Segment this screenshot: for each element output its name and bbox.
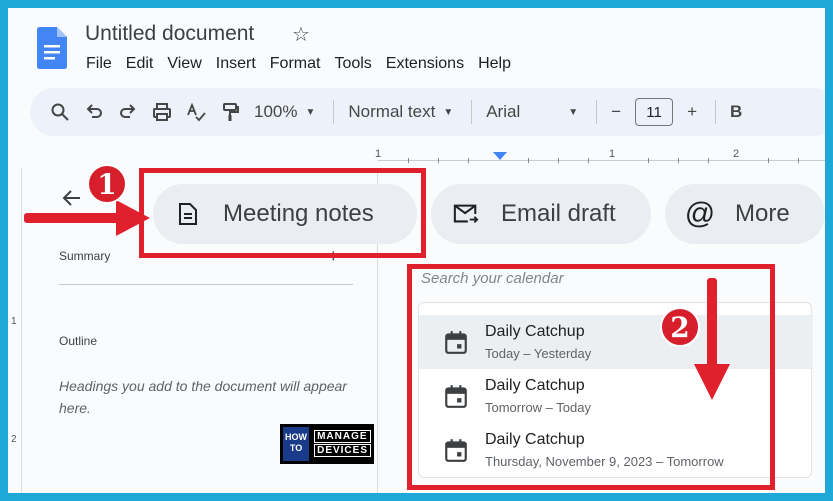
menu-help[interactable]: Help xyxy=(478,55,511,73)
howtomanagedevices-watermark: HOW TO MANAGE DEVICES xyxy=(280,424,374,464)
toolbar-divider xyxy=(471,100,473,124)
indent-marker[interactable] xyxy=(493,152,507,160)
font-value: Arial xyxy=(486,102,521,121)
email-icon xyxy=(453,201,479,227)
caret-down-icon: ▼ xyxy=(568,106,579,118)
outline-label: Outline xyxy=(59,334,98,348)
menu-bar: File Edit View Insert Format Tools Exten… xyxy=(86,55,525,73)
ruler-tick xyxy=(708,158,709,163)
font-size-value: 11 xyxy=(635,98,674,126)
step-badge-2: 2 xyxy=(660,307,700,347)
menu-extensions[interactable]: Extensions xyxy=(386,55,464,73)
undo-icon[interactable] xyxy=(84,102,104,122)
ruler-line xyxy=(378,160,825,161)
vertical-ruler[interactable]: 1 2 xyxy=(8,168,22,493)
horizontal-ruler[interactable]: 1 1 2 xyxy=(375,148,825,170)
ruler-tick xyxy=(438,158,439,163)
ruler-number: 2 xyxy=(11,434,17,445)
ruler-tick xyxy=(648,158,649,163)
menu-view[interactable]: View xyxy=(167,55,201,73)
menu-format[interactable]: Format xyxy=(270,55,321,73)
ruler-tick xyxy=(588,158,589,163)
decrease-font-size-button[interactable]: − xyxy=(611,102,621,122)
document-title[interactable]: Untitled document xyxy=(85,22,254,46)
email-draft-label: Email draft xyxy=(501,200,616,227)
summary-divider xyxy=(59,284,353,285)
summary-label: Summary xyxy=(59,249,111,263)
highlight-box-step-1 xyxy=(139,168,426,258)
menu-file[interactable]: File xyxy=(86,55,112,73)
app-window: Untitled document ☆ File Edit View Inser… xyxy=(8,8,825,493)
more-chip[interactable]: @ More xyxy=(665,184,825,244)
toolbar-divider xyxy=(333,100,335,124)
ruler-number: 1 xyxy=(375,148,382,160)
ruler-tick xyxy=(678,158,679,163)
watermark-devices: DEVICES xyxy=(314,444,371,457)
search-menus-icon[interactable] xyxy=(50,102,70,122)
paint-format-icon[interactable] xyxy=(220,102,240,122)
ruler-tick xyxy=(768,158,769,163)
font-select[interactable]: Arial ▼ xyxy=(486,102,578,122)
ruler-number: 2 xyxy=(733,148,740,160)
outline-hint: Headings you add to the document will ap… xyxy=(59,378,347,416)
arrow-right-annotation-icon xyxy=(24,200,150,236)
step-badge-1: 1 xyxy=(87,164,127,204)
toolbar-divider xyxy=(596,100,598,124)
star-icon[interactable]: ☆ xyxy=(292,22,310,47)
arrow-down-annotation-icon xyxy=(694,278,730,400)
style-select[interactable]: Normal text ▼ xyxy=(348,102,453,122)
menu-insert[interactable]: Insert xyxy=(216,55,256,73)
email-draft-chip[interactable]: Email draft xyxy=(431,184,651,244)
ruler-tick xyxy=(468,158,469,163)
redo-icon[interactable] xyxy=(118,102,138,122)
ruler-tick xyxy=(528,158,529,163)
toolbar-divider xyxy=(715,100,717,124)
zoom-value: 100% xyxy=(254,102,298,121)
menu-edit[interactable]: Edit xyxy=(126,55,154,73)
caret-down-icon: ▼ xyxy=(443,106,454,118)
ruler-tick xyxy=(408,158,409,163)
watermark-manage: MANAGE xyxy=(314,430,371,443)
bold-button[interactable]: B xyxy=(730,102,742,122)
zoom-select[interactable]: 100% ▼ xyxy=(254,102,315,122)
ruler-tick xyxy=(798,158,799,163)
watermark-text: MANAGE DEVICES xyxy=(314,430,371,458)
caret-down-icon: ▼ xyxy=(305,106,316,118)
font-size-input[interactable]: 11 xyxy=(635,98,674,126)
toolbar: 100% ▼ Normal text ▼ Arial ▼ − 11 + B xyxy=(30,88,825,136)
style-value: Normal text xyxy=(348,102,436,121)
ruler-number: 1 xyxy=(11,316,17,327)
at-sign-icon: @ xyxy=(684,197,716,230)
watermark-how-to: HOW TO xyxy=(283,427,310,461)
more-label: More xyxy=(735,200,790,227)
print-icon[interactable] xyxy=(152,102,172,122)
increase-font-size-button[interactable]: + xyxy=(687,102,697,122)
ruler-tick xyxy=(558,158,559,163)
spellcheck-icon[interactable] xyxy=(186,102,206,122)
ruler-number: 1 xyxy=(609,148,616,160)
menu-tools[interactable]: Tools xyxy=(334,55,371,73)
docs-logo-icon[interactable] xyxy=(37,27,67,69)
